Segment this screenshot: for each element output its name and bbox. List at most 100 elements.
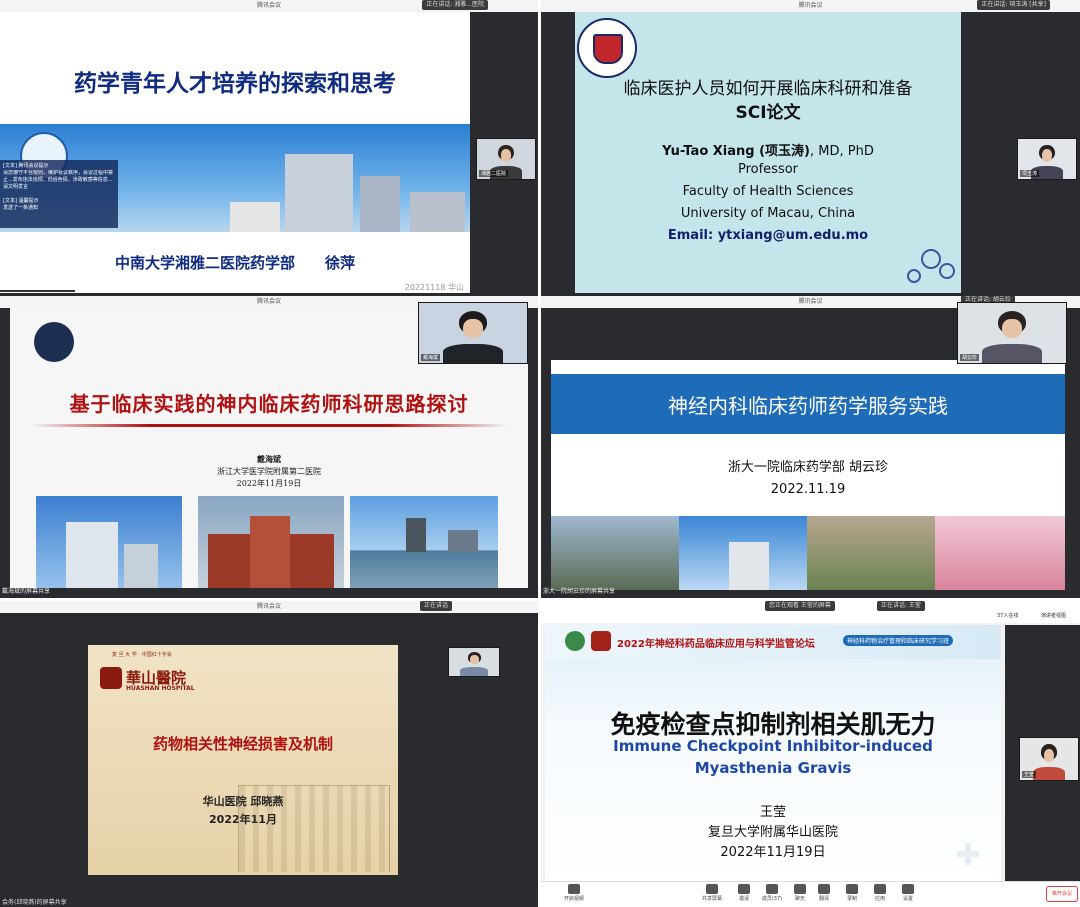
participant-name: 湘雅二医院 xyxy=(479,170,509,177)
slide-author: 王莹 xyxy=(759,805,786,820)
building-shape xyxy=(410,192,465,232)
participant-video[interactable] xyxy=(448,647,500,677)
share-label: 会务(邱晓燕)的屏幕共享 xyxy=(2,899,67,906)
meeting-window-1: 腾讯会议 正在讲话: 湘雅...医院 药学青年人才培养的探索和思考 [文本] 腾… xyxy=(0,0,538,296)
shared-slide: 临床医护人员如何开展临床科研和准备 SCI论文 Yu-Tao Xiang (项玉… xyxy=(575,12,961,293)
participant-video[interactable]: 胡云珍 xyxy=(957,302,1067,364)
translate-icon xyxy=(818,884,830,894)
speaker-indicator: 正在讲话: 项玉涛 [共享] xyxy=(977,0,1050,10)
slide-progress-line xyxy=(0,290,75,292)
participant-name: 戴海斌 xyxy=(421,354,441,361)
hospital-photo xyxy=(36,496,182,588)
participant-name: 胡云珍 xyxy=(960,354,980,361)
speaker-indicator: 正在讲话 xyxy=(420,601,453,611)
members-button[interactable]: 成员(37) xyxy=(760,884,784,902)
photo-strip xyxy=(551,516,1065,590)
leave-meeting-button[interactable]: 离开会议 xyxy=(1046,886,1078,902)
slide-date: 20221118 华山 xyxy=(404,283,464,292)
building-sketch xyxy=(238,785,390,872)
invite-button[interactable]: 邀请 xyxy=(732,884,756,902)
participant-video[interactable]: 项玉涛 xyxy=(1017,138,1077,180)
slide-date: 2022年11月19日 xyxy=(236,479,302,488)
slide-footer: 中南大学湘雅二医院药学部 徐萍 xyxy=(114,254,355,272)
slide-header: 复 旦 大 学 中国红十字会 xyxy=(112,652,172,658)
slide-date: 2022.11.19 xyxy=(770,482,846,497)
apps-button[interactable]: 应用 xyxy=(868,884,892,902)
video-button[interactable]: 开启视频 xyxy=(562,884,586,902)
share-screen-button[interactable]: 共享屏幕 xyxy=(700,884,724,902)
shared-slide: 神经内科临床药师药学服务实践 浙大一院临床药学部 胡云珍 2022.11.19 xyxy=(551,360,1065,590)
view-toggle[interactable]: 演讲者视图 xyxy=(1041,612,1066,619)
participant-name: 项玉涛 xyxy=(1020,170,1040,177)
forum-tag: 神经科药物治疗管理和临床研究学习班 xyxy=(843,635,954,646)
building-shape xyxy=(230,202,280,232)
slide-org: 浙江大学医学院附属第二医院 xyxy=(217,467,321,476)
meeting-window-2: 腾讯会议 正在讲话: 项玉涛 [共享] 临床医护人员如何开展临床科研和准备 SC… xyxy=(541,0,1080,296)
title-underline xyxy=(30,424,508,427)
window-title: 腾讯会议 xyxy=(0,601,538,613)
meeting-window-4: 腾讯会议 正在讲话: 胡云珍 神经内科临床药师药学服务实践 浙大一院临床药学部 … xyxy=(541,296,1080,598)
forum-logo xyxy=(565,631,585,651)
speaker-indicator: 正在讲话: 王莹 xyxy=(877,601,925,611)
building-shape xyxy=(285,154,353,232)
settings-button[interactable]: 设置 xyxy=(896,884,920,902)
camera-icon xyxy=(568,884,580,894)
university-logo xyxy=(34,322,74,362)
flower-decoration xyxy=(901,239,961,289)
medical-cross-icon xyxy=(957,843,979,865)
slide-title: 临床医护人员如何开展临床科研和准备 xyxy=(623,79,913,99)
slide-date: 2022年11月19日 xyxy=(720,845,826,860)
chat-line: 发送了一条通知 xyxy=(3,205,39,211)
chat-line: [文本] 温馨提示 xyxy=(3,198,39,204)
hospital-photo xyxy=(198,496,344,588)
chat-overlay: [文本] 腾讯会议提示 请您遵守平台规则，维护会议秩序，会议过程中禁止...发布… xyxy=(0,160,118,228)
speaker-name: Yu-Tao Xiang (项玉涛) xyxy=(662,144,810,159)
meeting-window-3: 腾讯会议 基于临床实践的神内临床药师科研思路探讨 戴海斌 浙江大学医学院附属第二… xyxy=(0,296,538,598)
forum-title: 2022年神经科药品临床应用与科学监管论坛 xyxy=(617,639,815,650)
slide-org: 浙大一院临床药学部 胡云珍 xyxy=(727,460,889,475)
apps-icon xyxy=(874,884,886,894)
slide-title: 神经内科临床药师药学服务实践 xyxy=(668,394,948,418)
participant-name: 王莹 xyxy=(1022,771,1037,778)
participant-count[interactable]: 37人在线 xyxy=(997,612,1018,619)
slide-title-en: Immune Checkpoint Inhibitor-induced xyxy=(613,737,933,755)
watching-indicator: 您正在观看 王莹的屏幕 xyxy=(765,601,835,611)
shared-slide: 复 旦 大 学 中国红十字会 華山醫院 HUASHAN HOSPITAL 药物相… xyxy=(88,645,398,875)
hospital-logo xyxy=(100,667,122,689)
slide-title: 药学青年人才培养的探索和思考 xyxy=(74,71,396,97)
forum-banner: 2022年神经科药品临床应用与科学监管论坛 神经科药物治疗管理和临床研究学习班 xyxy=(545,625,1001,659)
slide-title: 药物相关性神经损害及机制 xyxy=(152,735,333,753)
share-icon xyxy=(706,884,718,894)
shared-slide: 药学青年人才培养的探索和思考 [文本] 腾讯会议提示 请您遵守平台规则，维护会议… xyxy=(0,12,470,293)
logo-english: HUASHAN HOSPITAL xyxy=(126,685,195,692)
speaker-detail: University of Macau, China xyxy=(680,206,856,221)
record-button[interactable]: 录制 xyxy=(840,884,864,902)
chat-line: 请您遵守平台规则，维护会议秩序，会议过程中禁止...发布违法违规、低俗色情、涉政… xyxy=(3,170,114,190)
meeting-window-6: 您正在观看 王莹的屏幕 正在讲话: 王莹 37人在线 演讲者视图 2022年神经… xyxy=(541,601,1080,907)
shared-slide: 2022年神经科药品临床应用与科学监管论坛 神经科药物治疗管理和临床研究学习班 … xyxy=(545,625,1001,881)
invite-icon xyxy=(738,884,750,894)
speaker-name-line: Yu-Tao Xiang (项玉涛), MD, PhD xyxy=(575,140,961,159)
speaker-indicator: 正在讲话: 湘雅...医院 xyxy=(422,0,488,10)
slide-title-line2: SCI论文 xyxy=(735,103,801,123)
record-icon xyxy=(846,884,858,894)
translate-button[interactable]: 翻译 xyxy=(812,884,836,902)
speaker-detail: Professor xyxy=(737,162,799,177)
participant-video[interactable]: 王莹 xyxy=(1019,737,1079,781)
speaker-detail: Faculty of Health Sciences xyxy=(682,184,854,199)
slide-title: 免疫检查点抑制剂相关肌无力 xyxy=(610,710,936,739)
forum-logo xyxy=(591,631,611,651)
participant-video[interactable]: 湘雅二医院 xyxy=(476,138,536,180)
share-label: 戴海斌的屏幕共享 xyxy=(2,588,51,595)
university-logo xyxy=(577,18,637,78)
speaker-degree: , MD, PhD xyxy=(810,144,874,159)
slide-photo-banner: [文本] 腾讯会议提示 请您遵守平台规则，维护会议秩序，会议过程中禁止...发布… xyxy=(0,124,470,232)
chat-line: [文本] 腾讯会议提示 xyxy=(3,163,49,169)
chat-button[interactable]: 聊天 xyxy=(788,884,812,902)
chat-icon xyxy=(794,884,806,894)
hospital-photo xyxy=(350,496,498,588)
gear-icon xyxy=(902,884,914,894)
participant-video[interactable]: 戴海斌 xyxy=(418,302,528,364)
slide-author: 戴海斌 xyxy=(257,454,281,464)
slide-title-en-2: Myasthenia Gravis xyxy=(694,759,852,777)
